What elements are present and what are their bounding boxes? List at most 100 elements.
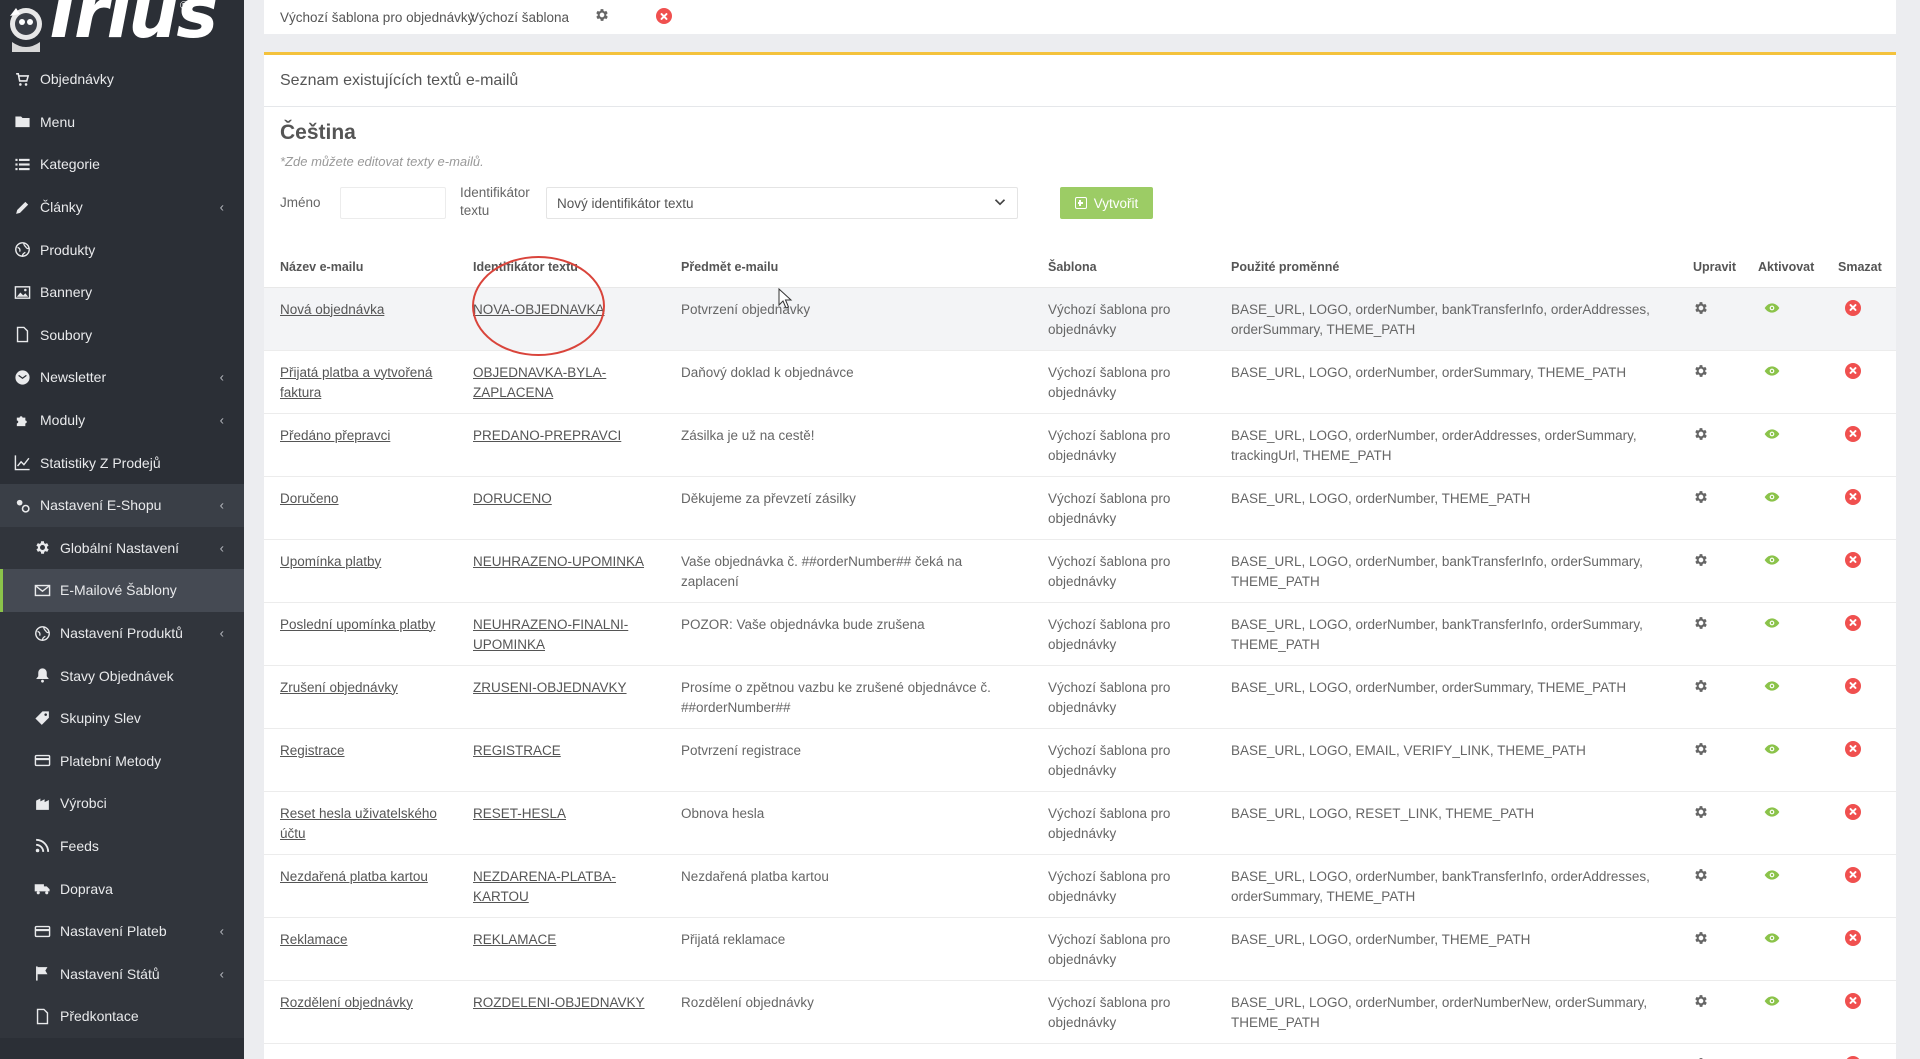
eye-icon[interactable] bbox=[1758, 491, 1780, 508]
sidebar-item-sub-10[interactable]: Nastavení Států ‹ bbox=[0, 952, 244, 996]
subject-text: Nezdařená platba kartou bbox=[681, 868, 829, 884]
identifier-link[interactable]: REGISTRACE bbox=[473, 743, 561, 758]
gear-icon[interactable] bbox=[1693, 553, 1709, 571]
email-name-link[interactable]: Reset hesla uživatelského bbox=[280, 806, 437, 821]
gear-icon[interactable] bbox=[1693, 427, 1709, 445]
sidebar-item-9[interactable]: Statistiky Z Prodejů bbox=[0, 441, 244, 484]
gear-icon[interactable] bbox=[1693, 994, 1709, 1012]
delete-icon[interactable] bbox=[1845, 803, 1861, 820]
eye-icon[interactable] bbox=[1758, 806, 1780, 823]
cell-activate bbox=[1742, 728, 1822, 792]
eye-icon[interactable] bbox=[1758, 743, 1780, 760]
email-name-link[interactable]: Předáno přepravci bbox=[280, 428, 390, 443]
email-name-link[interactable]: faktura bbox=[280, 385, 321, 400]
sidebar-item-sub-3[interactable]: Stavy Objednávek bbox=[0, 654, 244, 697]
email-name-link[interactable]: Rozdělení objednávky bbox=[280, 995, 413, 1010]
sidebar-item-4[interactable]: Produkty bbox=[0, 228, 244, 271]
cell-subject: Potvrzení registrace bbox=[665, 728, 1032, 792]
delete-icon[interactable] bbox=[1845, 929, 1861, 946]
gear-icon[interactable] bbox=[1693, 868, 1709, 886]
sidebar-item-sub-2[interactable]: Nastavení Produktů ‹ bbox=[0, 611, 244, 655]
sidebar-item-1[interactable]: Menu bbox=[0, 101, 244, 144]
gear-icon[interactable] bbox=[1693, 490, 1709, 508]
delete-icon[interactable] bbox=[1845, 551, 1861, 568]
delete-icon[interactable] bbox=[1845, 866, 1861, 883]
email-name-link[interactable]: účtu bbox=[280, 826, 306, 841]
sidebar-item-sub-7[interactable]: Feeds bbox=[0, 824, 244, 868]
identifier-link[interactable]: DORUCENO bbox=[473, 491, 552, 506]
email-name-link[interactable]: Poslední upomínka platby bbox=[280, 617, 435, 632]
sidebar-item-8[interactable]: Moduly ‹ bbox=[0, 399, 244, 442]
identifier-link[interactable]: ZAPLACENA bbox=[473, 385, 553, 400]
identifier-link[interactable]: UPOMINKA bbox=[473, 637, 545, 652]
gear-icon[interactable] bbox=[1693, 805, 1709, 823]
eye-icon[interactable] bbox=[1758, 617, 1780, 634]
email-texts-card: Čeština *Zde můžete editovat texty e-mai… bbox=[264, 107, 1896, 1059]
identifier-link[interactable]: NEZDARENA-PLATBA-KARTOU bbox=[473, 869, 616, 904]
delete-icon[interactable] bbox=[1845, 740, 1861, 757]
delete-icon[interactable] bbox=[1845, 677, 1861, 694]
identifier-link[interactable]: NOVA-OBJEDNAVKA bbox=[473, 302, 605, 317]
email-name-link[interactable]: Zrušení objednávky bbox=[280, 680, 398, 695]
eye-icon[interactable] bbox=[1758, 302, 1780, 319]
sidebar-item-sub-0[interactable]: Globální Nastavení ‹ bbox=[0, 526, 244, 570]
cell-template: Výchozí šablona pro objednávky bbox=[1032, 917, 1215, 981]
sidebar-item-10[interactable]: Nastavení E-Shopu ‹ bbox=[0, 483, 244, 527]
identifier-link[interactable]: RESET-HESLA bbox=[473, 806, 566, 821]
email-name-link[interactable]: Registrace bbox=[280, 743, 345, 758]
sidebar-item-6[interactable]: Soubory bbox=[0, 314, 244, 357]
identifier-link[interactable]: ROZDELENI-OBJEDNAVKY bbox=[473, 995, 645, 1010]
eye-icon[interactable] bbox=[1758, 554, 1780, 571]
sidebar-item-7[interactable]: Newsletter ‹ bbox=[0, 356, 244, 399]
email-name-link[interactable]: Nezdařená platba kartou bbox=[280, 869, 428, 884]
eye-icon[interactable] bbox=[1758, 932, 1780, 949]
gear-icon[interactable] bbox=[1693, 616, 1709, 634]
sidebar-item-sub-4[interactable]: Skupiny Slev bbox=[0, 696, 244, 740]
gear-icon[interactable] bbox=[1693, 931, 1709, 949]
sidebar-item-sub-5[interactable]: Platební Metody bbox=[0, 739, 244, 783]
gear-icon[interactable] bbox=[1693, 742, 1709, 760]
delete-icon[interactable] bbox=[1845, 1055, 1861, 1059]
gear-icon[interactable] bbox=[1693, 679, 1709, 697]
eye-icon[interactable] bbox=[1758, 428, 1780, 445]
identifier-link[interactable]: NEUHRAZENO-FINALNI- bbox=[473, 617, 628, 632]
variables-text: BASE_URL, LOGO, orderNumber, orderSummar… bbox=[1231, 364, 1627, 380]
gear-icon[interactable] bbox=[594, 7, 610, 26]
identifier-link[interactable]: OBJEDNAVKA-BYLA- bbox=[473, 365, 606, 380]
identifier-link[interactable]: REKLAMACE bbox=[473, 932, 556, 947]
identifier-link[interactable]: NEUHRAZENO-UPOMINKA bbox=[473, 554, 644, 569]
eye-icon[interactable] bbox=[1758, 365, 1780, 382]
delete-icon[interactable] bbox=[1845, 488, 1861, 505]
identifier-link[interactable]: ZRUSENI-OBJEDNAVKY bbox=[473, 680, 627, 695]
create-button[interactable]: Vytvořit bbox=[1060, 187, 1153, 219]
gear-icon[interactable] bbox=[1693, 364, 1709, 382]
eye-icon[interactable] bbox=[1758, 995, 1780, 1012]
identifier-select[interactable]: Nový identifikátor textu bbox=[546, 187, 1018, 219]
sidebar-item-0[interactable]: Objednávky bbox=[0, 58, 244, 101]
delete-icon[interactable] bbox=[1845, 299, 1861, 316]
email-name-link[interactable]: Přijatá platba a vytvořená bbox=[280, 365, 432, 380]
eye-icon[interactable] bbox=[1758, 680, 1780, 697]
delete-template-icon[interactable] bbox=[656, 8, 672, 24]
brand-logo[interactable]: Irius ® bbox=[0, 0, 244, 58]
email-name-link[interactable]: Reklamace bbox=[280, 932, 348, 947]
sidebar-item-sub-8[interactable]: Doprava bbox=[0, 867, 244, 910]
email-name-link[interactable]: Doručeno bbox=[280, 491, 339, 506]
sidebar-item-sub-9[interactable]: Nastavení Plateb ‹ bbox=[0, 909, 244, 953]
sidebar-item-sub-6[interactable]: Výrobci bbox=[0, 782, 244, 825]
email-name-link[interactable]: Nová objednávka bbox=[280, 302, 384, 317]
delete-icon[interactable] bbox=[1845, 425, 1861, 442]
gear-icon[interactable] bbox=[1693, 301, 1709, 319]
sidebar-item-sub-1[interactable]: E-Mailové Šablony bbox=[0, 569, 244, 612]
sidebar-item-5[interactable]: Bannery bbox=[0, 271, 244, 314]
delete-icon[interactable] bbox=[1845, 614, 1861, 631]
delete-icon[interactable] bbox=[1845, 362, 1861, 379]
eye-icon[interactable] bbox=[1758, 869, 1780, 886]
sidebar-item-2[interactable]: Kategorie bbox=[0, 143, 244, 186]
sidebar-item-3[interactable]: Články ‹ bbox=[0, 186, 244, 229]
email-name-link[interactable]: Upomínka platby bbox=[280, 554, 381, 569]
identifier-link[interactable]: PREDANO-PREPRAVCI bbox=[473, 428, 621, 443]
sidebar-item-sub-11[interactable]: Předkontace bbox=[0, 995, 244, 1038]
delete-icon[interactable] bbox=[1845, 992, 1861, 1009]
name-input[interactable] bbox=[340, 187, 446, 219]
